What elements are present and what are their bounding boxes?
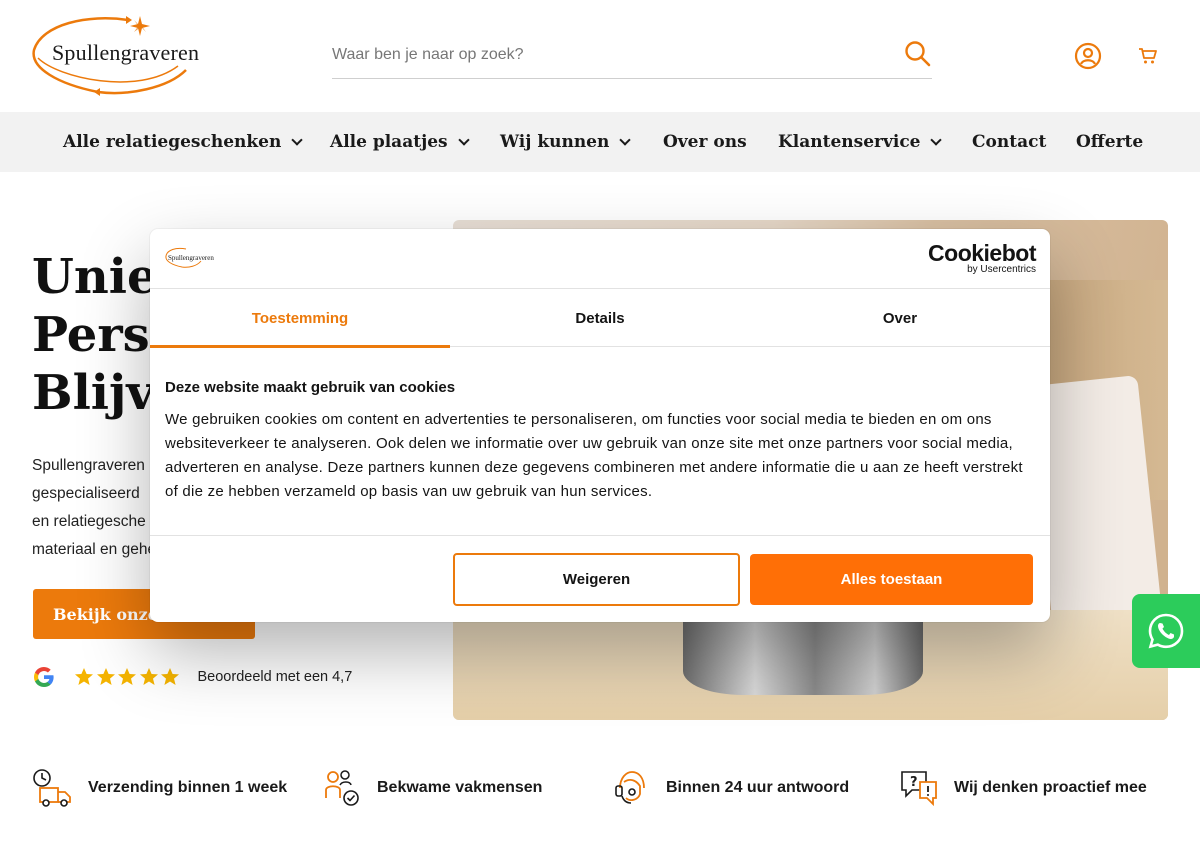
google-rating[interactable]: Beoordeeld met een 4,7 bbox=[32, 662, 352, 692]
search-input[interactable] bbox=[332, 40, 892, 70]
tab-toestemming[interactable]: Toestemming bbox=[150, 289, 450, 348]
google-icon bbox=[34, 667, 54, 687]
nav-item-label: Contact bbox=[972, 132, 1047, 152]
chevron-down-icon bbox=[457, 133, 470, 146]
support-headset-icon bbox=[615, 771, 645, 804]
feature-proactive: ? Wij denken proactief mee bbox=[900, 766, 1147, 810]
question-chat-icon: ? bbox=[901, 771, 937, 807]
cookie-heading: Deze website maakt gebruik van cookies bbox=[165, 379, 456, 396]
star-icon bbox=[96, 668, 115, 685]
whatsapp-icon bbox=[1148, 613, 1184, 649]
cookie-dialog-footer: Weigeren Alles toestaan bbox=[150, 535, 1050, 622]
feature-response-time: Binnen 24 uur antwoord bbox=[612, 766, 849, 810]
logo-text: Spullengraveren bbox=[52, 40, 200, 65]
nav-item-label: Wij kunnen bbox=[500, 132, 610, 152]
nav-item-label: Klantenservice bbox=[778, 132, 921, 152]
nav-item-wij-kunnen[interactable]: Wij kunnen bbox=[500, 112, 632, 172]
site-header: Spullengraveren bbox=[0, 0, 1200, 112]
feature-shipping: Verzending binnen 1 week bbox=[32, 766, 287, 810]
search-bar bbox=[332, 36, 932, 79]
nav-item-label: Offerte bbox=[1076, 132, 1144, 152]
cookie-dialog-header: Spullengraveren Cookiebot by Usercentric… bbox=[150, 229, 1050, 289]
feature-label: Wij denken proactief mee bbox=[954, 779, 1147, 796]
cookie-description: We gebruiken cookies om content en adver… bbox=[165, 411, 1023, 500]
decline-button[interactable]: Weigeren bbox=[453, 553, 740, 606]
svg-text:?: ? bbox=[910, 775, 918, 790]
star-icon bbox=[161, 668, 179, 685]
site-logo[interactable]: Spullengraveren bbox=[28, 14, 208, 98]
main-nav: Alle relatiegeschenken Alle plaatjes Wij… bbox=[0, 112, 1200, 172]
nav-item-label: Alle relatiegeschenken bbox=[63, 132, 282, 152]
search-icon[interactable] bbox=[904, 40, 932, 68]
whatsapp-button[interactable] bbox=[1132, 594, 1200, 668]
tab-details[interactable]: Details bbox=[450, 289, 750, 347]
star-icon bbox=[139, 668, 158, 685]
star-icon bbox=[75, 668, 93, 685]
delivery-truck-clock-icon bbox=[33, 769, 71, 807]
accept-all-button[interactable]: Alles toestaan bbox=[750, 554, 1033, 605]
cookiebot-brand[interactable]: Cookiebot by Usercentrics bbox=[928, 241, 1036, 275]
chevron-down-icon bbox=[930, 133, 943, 146]
account-icon[interactable] bbox=[1074, 42, 1102, 70]
cookie-dialog-body: Deze website maakt gebruik van cookies W… bbox=[165, 379, 1035, 504]
nav-item-offerte[interactable]: Offerte bbox=[1076, 112, 1143, 172]
chevron-down-icon bbox=[619, 133, 632, 146]
star-rating bbox=[74, 667, 182, 687]
nav-item-klantenservice[interactable]: Klantenservice bbox=[778, 112, 943, 172]
nav-item-label: Over ons bbox=[663, 132, 747, 152]
nav-item-plaatjes[interactable]: Alle plaatjes bbox=[330, 112, 470, 172]
chevron-down-icon bbox=[291, 133, 303, 146]
nav-item-relatiegeschenken[interactable]: Alle relatiegeschenken bbox=[63, 112, 303, 172]
tab-over[interactable]: Over bbox=[750, 289, 1050, 347]
feature-label: Binnen 24 uur antwoord bbox=[666, 779, 850, 796]
cookiebot-name: Cookiebot bbox=[928, 240, 1036, 266]
nav-item-contact[interactable]: Contact bbox=[972, 112, 1046, 172]
star-icon bbox=[118, 668, 136, 685]
cart-icon[interactable] bbox=[1138, 46, 1158, 66]
feature-label: Verzending binnen 1 week bbox=[88, 779, 288, 796]
cookie-tabs: Toestemming Details Over bbox=[150, 289, 1050, 348]
cookie-consent-dialog: Spullengraveren Cookiebot by Usercentric… bbox=[150, 229, 1050, 622]
cookie-logo-text: Spullengraveren bbox=[168, 254, 214, 262]
nav-item-label: Alle plaatjes bbox=[330, 132, 448, 152]
feature-label: Bekwame vakmensen bbox=[377, 779, 543, 796]
nav-item-over-ons[interactable]: Over ons bbox=[663, 112, 747, 172]
rating-text: Beoordeeld met een 4,7 bbox=[197, 669, 353, 685]
people-check-icon bbox=[325, 770, 359, 806]
feature-craftsmen: Bekwame vakmensen bbox=[323, 766, 542, 810]
